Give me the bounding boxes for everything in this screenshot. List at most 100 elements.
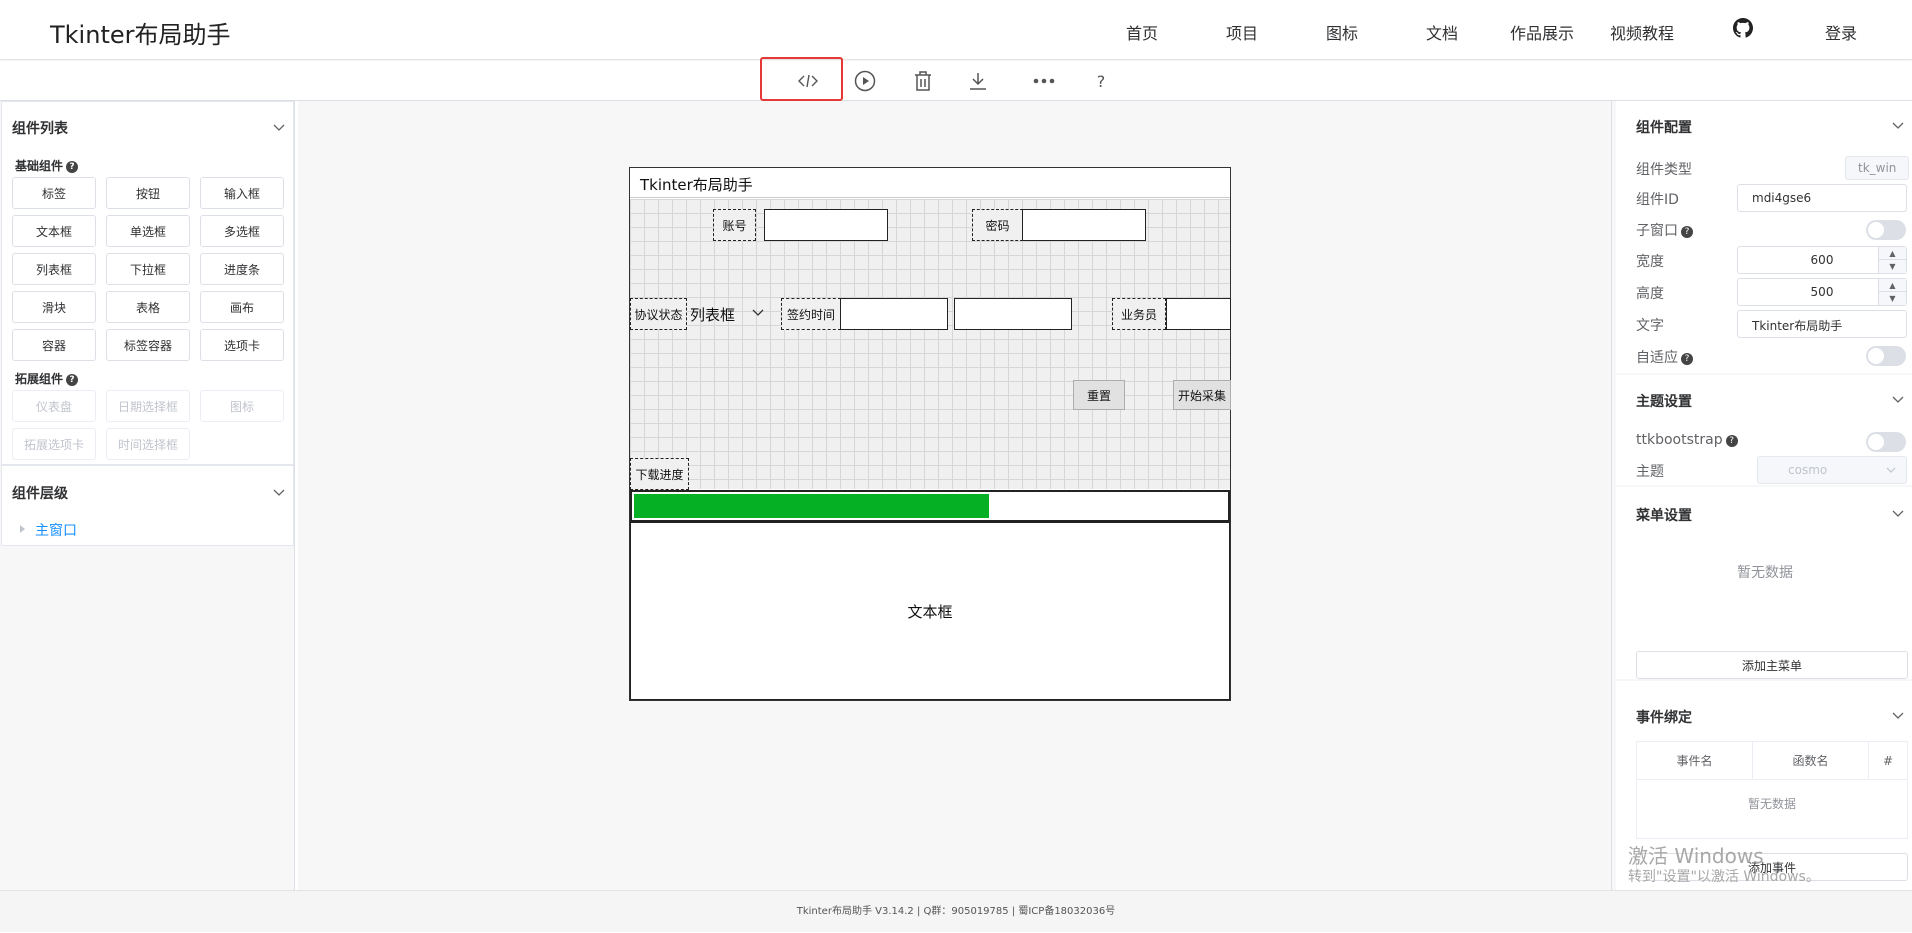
ttkbootstrap-switch[interactable]	[1866, 432, 1906, 452]
chevron-down-icon[interactable]	[1891, 708, 1905, 722]
component-id-input[interactable]: mdi4gse6	[1737, 184, 1907, 212]
menu-title: 菜单设置	[1636, 508, 1692, 524]
decrease-icon[interactable]: ▼	[1879, 292, 1906, 305]
sign-time-start-entry[interactable]	[840, 298, 948, 330]
component-config-card: 组件配置 组件类型 tk_win 组件ID mdi4gse6 子窗口? 宽度 6…	[1616, 101, 1912, 373]
component-checkbox[interactable]: 多选框	[200, 215, 284, 247]
stepper[interactable]: ▲ ▼	[1878, 247, 1906, 273]
subwindow-switch[interactable]	[1866, 220, 1906, 240]
start-collect-button[interactable]: 开始采集	[1173, 380, 1231, 410]
adaptive-switch[interactable]	[1866, 346, 1906, 366]
play-icon[interactable]	[853, 70, 877, 92]
nav-video-tutorials[interactable]: 视频教程	[1610, 20, 1674, 44]
text-label: 文字	[1636, 318, 1664, 334]
chevron-down-icon[interactable]	[752, 309, 764, 317]
more-icon[interactable]	[1032, 70, 1056, 92]
component-icon[interactable]: 图标	[200, 390, 284, 422]
component-ext-notebook[interactable]: 拓展选项卡	[12, 428, 96, 460]
status-combobox[interactable]: 列表框	[690, 299, 768, 329]
width-number-input[interactable]: 600 ▲ ▼	[1737, 246, 1907, 274]
component-radio[interactable]: 单选框	[106, 215, 190, 247]
agreement-status-label[interactable]: 协议状态	[630, 298, 687, 330]
download-progressbar[interactable]	[630, 490, 1230, 522]
component-type-tag: tk_win	[1845, 156, 1910, 180]
chevron-down-icon[interactable]	[272, 485, 286, 499]
component-button[interactable]: 按钮	[106, 177, 190, 209]
component-date-picker[interactable]: 日期选择框	[106, 390, 190, 422]
increase-icon[interactable]: ▲	[1879, 279, 1906, 292]
nav-projects[interactable]: 项目	[1226, 20, 1258, 44]
menu-settings-card: 菜单设置 暂无数据 添加主菜单	[1616, 487, 1912, 679]
top-navbar: Tkinter布局助手 首页 项目 图标 文档 作品展示 视频教程 登录	[0, 0, 1912, 60]
github-icon[interactable]	[1733, 18, 1753, 38]
sign-time-end-entry[interactable]	[954, 298, 1072, 330]
component-notebook[interactable]: 选项卡	[200, 329, 284, 361]
event-table: 事件名 函数名 # 暂无数据	[1636, 741, 1908, 839]
text-input[interactable]: Tkinter布局助手	[1737, 310, 1907, 338]
theme-select[interactable]: cosmo	[1757, 456, 1907, 484]
component-scale[interactable]: 滑块	[12, 291, 96, 323]
preview-window[interactable]: Tkinter布局助手 账号 密码 协议状态 列表框 签约时间 业务员 重置 开…	[629, 167, 1231, 701]
nav-home[interactable]: 首页	[1126, 20, 1158, 44]
chevron-down-icon[interactable]	[1891, 118, 1905, 132]
download-progress-label[interactable]: 下载进度	[630, 458, 689, 490]
width-label: 宽度	[1636, 254, 1664, 270]
stepper[interactable]: ▲ ▼	[1878, 279, 1906, 305]
component-listbox[interactable]: 列表框	[12, 253, 96, 285]
column-event-name: 事件名	[1637, 742, 1753, 779]
code-icon[interactable]	[796, 70, 820, 92]
subwindow-label: 子窗口?	[1636, 220, 1693, 240]
left-panel: 组件列表 基础组件? 标签 按钮 输入框 文本框 单选框 多选框 列表框 下拉框…	[0, 101, 295, 890]
salesman-entry[interactable]	[1166, 298, 1231, 330]
decrease-icon[interactable]: ▼	[1879, 260, 1906, 273]
component-entry[interactable]: 输入框	[200, 177, 284, 209]
account-entry[interactable]	[764, 209, 888, 241]
components-card: 组件列表 基础组件? 标签 按钮 输入框 文本框 单选框 多选框 列表框 下拉框…	[1, 101, 294, 465]
component-frame[interactable]: 容器	[12, 329, 96, 361]
download-icon[interactable]	[966, 70, 990, 92]
hierarchy-title: 组件层级	[12, 486, 68, 502]
increase-icon[interactable]: ▲	[1879, 247, 1906, 260]
height-label: 高度	[1636, 286, 1664, 302]
component-table[interactable]: 表格	[106, 291, 190, 323]
grid-background	[630, 199, 1230, 489]
text-widget[interactable]: 文本框	[630, 522, 1230, 700]
chevron-down-icon[interactable]	[1891, 392, 1905, 406]
menu-empty-text: 暂无数据	[1737, 565, 1793, 581]
height-number-input[interactable]: 500 ▲ ▼	[1737, 278, 1907, 306]
chevron-down-icon[interactable]	[272, 120, 286, 134]
password-label[interactable]: 密码	[972, 209, 1023, 241]
event-table-header: 事件名 函数名 #	[1637, 742, 1907, 780]
component-labelframe[interactable]: 标签容器	[106, 329, 190, 361]
component-combobox[interactable]: 下拉框	[106, 253, 190, 285]
login-link[interactable]: 登录	[1825, 20, 1857, 44]
account-label[interactable]: 账号	[713, 209, 756, 241]
password-entry[interactable]	[1022, 209, 1146, 241]
tree-node-main-window[interactable]: 主窗口	[20, 520, 77, 540]
nav-icons[interactable]: 图标	[1326, 20, 1358, 44]
status-combobox-value: 列表框	[690, 305, 736, 324]
caret-right-icon[interactable]	[20, 525, 25, 533]
nav-docs[interactable]: 文档	[1426, 20, 1458, 44]
component-time-picker[interactable]: 时间选择框	[106, 428, 190, 460]
theme-label: 主题	[1636, 464, 1664, 480]
sign-time-label[interactable]: 签约时间	[781, 298, 841, 330]
question-icon: ?	[1725, 435, 1738, 447]
event-empty-text: 暂无数据	[1748, 797, 1797, 811]
chevron-down-icon[interactable]	[1891, 506, 1905, 520]
help-icon[interactable]: ?	[1089, 70, 1113, 92]
nav-showcase[interactable]: 作品展示	[1510, 20, 1574, 44]
salesman-label[interactable]: 业务员	[1112, 298, 1166, 330]
component-label[interactable]: 标签	[12, 177, 96, 209]
reset-button[interactable]: 重置	[1073, 380, 1125, 410]
trash-icon[interactable]	[911, 70, 935, 92]
add-main-menu-button[interactable]: 添加主菜单	[1636, 651, 1908, 679]
component-meter[interactable]: 仪表盘	[12, 390, 96, 422]
progressbar-fill	[634, 494, 989, 518]
config-title: 组件配置	[1636, 120, 1692, 136]
component-text[interactable]: 文本框	[12, 215, 96, 247]
component-id-label: 组件ID	[1636, 192, 1679, 208]
component-canvas[interactable]: 画布	[200, 291, 284, 323]
brand-title[interactable]: Tkinter布局助手	[50, 15, 230, 50]
component-progressbar[interactable]: 进度条	[200, 253, 284, 285]
